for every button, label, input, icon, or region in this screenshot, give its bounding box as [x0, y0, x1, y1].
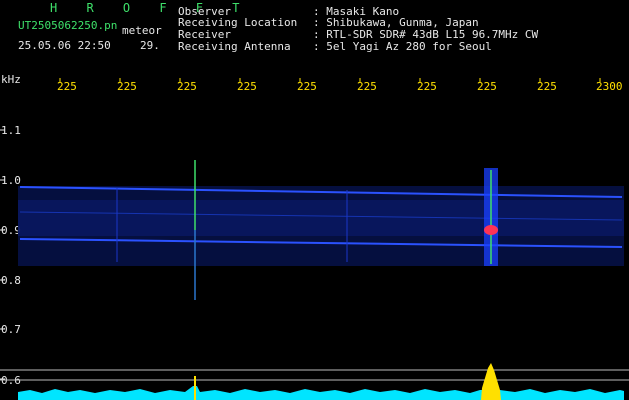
meteor-core	[484, 225, 498, 235]
noise-band-inner	[18, 200, 624, 236]
power-spectrum	[18, 386, 624, 400]
x-tick-marks	[59, 78, 601, 82]
meteor-spectrum-peak	[481, 363, 501, 400]
spectrogram	[0, 78, 629, 400]
y-tick-marks	[0, 129, 5, 380]
